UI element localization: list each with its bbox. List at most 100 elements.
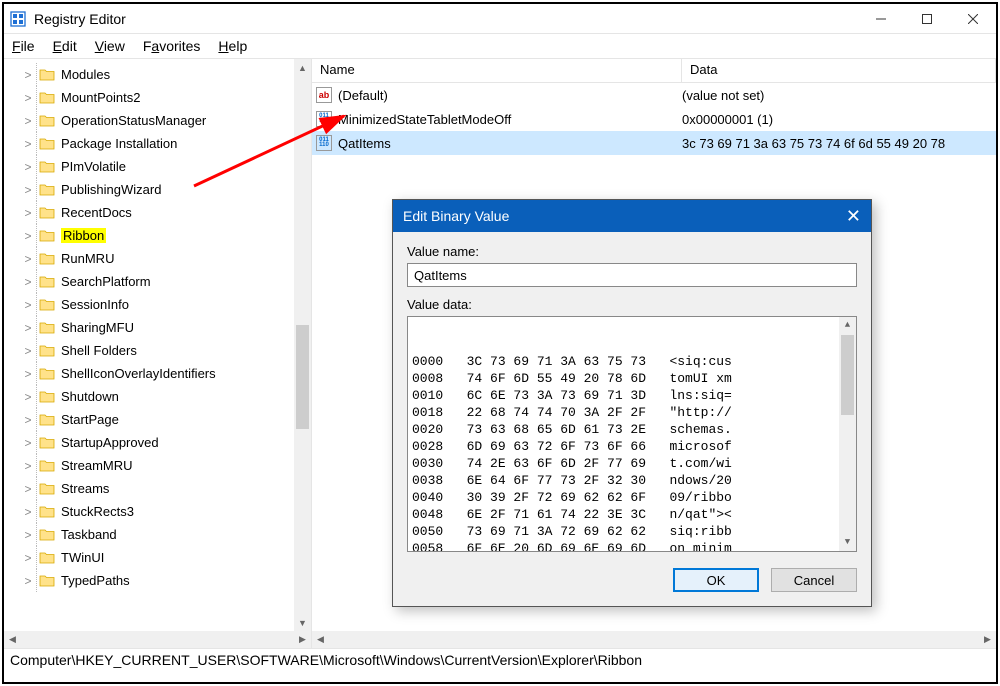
folder-icon — [39, 91, 55, 104]
tree-item-label: Package Installation — [61, 136, 177, 151]
tree-item-label: PImVolatile — [61, 159, 126, 174]
tree-item-modules[interactable]: >Modules — [8, 63, 311, 86]
expand-icon[interactable]: > — [22, 252, 34, 266]
menu-edit[interactable]: Edit — [53, 38, 77, 54]
expand-icon[interactable]: > — [22, 528, 34, 542]
expand-icon[interactable]: > — [22, 321, 34, 335]
registry-value-row[interactable]: 011110MinimizedStateTabletModeOff0x00000… — [312, 107, 996, 131]
expand-icon[interactable]: > — [22, 229, 34, 243]
list-horizontal-scrollbar[interactable]: ◀ ▶ — [312, 631, 996, 648]
tree-item-startupapproved[interactable]: > StartupApproved — [8, 431, 311, 454]
registry-editor-window: Registry Editor File Edit View Favorites… — [2, 2, 998, 684]
folder-icon — [39, 344, 55, 357]
scroll-right-arrow[interactable]: ▶ — [979, 631, 996, 648]
tree-item-label: Shutdown — [61, 389, 119, 404]
tree-item-label: StartupApproved — [61, 435, 159, 450]
tree-item-mountpoints2[interactable]: > MountPoints2 — [8, 86, 311, 109]
value-name: (Default) — [338, 88, 388, 103]
column-data-header[interactable]: Data — [682, 59, 996, 82]
cancel-button[interactable]: Cancel — [771, 568, 857, 592]
expand-icon[interactable]: > — [22, 183, 34, 197]
expand-icon[interactable]: > — [22, 137, 34, 151]
expand-icon[interactable]: > — [22, 436, 34, 450]
registry-value-row[interactable]: ab(Default)(value not set) — [312, 83, 996, 107]
tree-item-searchplatform[interactable]: >SearchPlatform — [8, 270, 311, 293]
menu-help[interactable]: Help — [218, 38, 247, 54]
regedit-icon — [10, 11, 26, 27]
scroll-thumb[interactable] — [296, 325, 309, 429]
tree-item-package-installation[interactable]: > Package Installation — [8, 132, 311, 155]
expand-icon[interactable]: > — [22, 206, 34, 220]
tree-item-recentdocs[interactable]: >RecentDocs — [8, 201, 311, 224]
menubar: File Edit View Favorites Help — [4, 34, 996, 59]
expand-icon[interactable]: > — [22, 482, 34, 496]
tree-item-twinui[interactable]: >TWinUI — [8, 546, 311, 569]
tree-item-streammru[interactable]: >StreamMRU — [8, 454, 311, 477]
registry-value-row[interactable]: 011110QatItems3c 73 69 71 3a 63 75 73 74… — [312, 131, 996, 155]
expand-icon[interactable]: > — [22, 505, 34, 519]
scroll-right-arrow[interactable]: ▶ — [294, 631, 311, 648]
value-name-input[interactable] — [407, 263, 857, 287]
ok-button[interactable]: OK — [673, 568, 759, 592]
expand-icon[interactable]: > — [22, 459, 34, 473]
tree-item-streams[interactable]: > Streams — [8, 477, 311, 500]
tree-item-taskband[interactable]: >Taskband — [8, 523, 311, 546]
expand-icon[interactable]: > — [22, 298, 34, 312]
expand-icon[interactable]: > — [22, 551, 34, 565]
expand-icon[interactable]: > — [22, 574, 34, 588]
tree-item-sharingmfu[interactable]: >SharingMFU — [8, 316, 311, 339]
list-header: Name Data — [312, 59, 996, 83]
scroll-up-arrow[interactable]: ▲ — [294, 59, 311, 76]
dialog-close-button[interactable]: ✕ — [846, 206, 861, 227]
expand-icon[interactable]: > — [22, 413, 34, 427]
tree-item-startpage[interactable]: >StartPage — [8, 408, 311, 431]
close-button[interactable] — [950, 4, 996, 34]
expand-icon[interactable]: > — [22, 275, 34, 289]
tree-item-label: TypedPaths — [61, 573, 130, 588]
expand-icon[interactable]: > — [22, 390, 34, 404]
dialog-title-text: Edit Binary Value — [403, 208, 846, 224]
tree-item-typedpaths[interactable]: > TypedPaths — [8, 569, 311, 592]
tree-item-shutdown[interactable]: > Shutdown — [8, 385, 311, 408]
expand-icon[interactable]: > — [22, 68, 34, 82]
folder-icon — [39, 137, 55, 150]
menu-favorites[interactable]: Favorites — [143, 38, 201, 54]
tree-item-shell-folders[interactable]: >Shell Folders — [8, 339, 311, 362]
scroll-down-arrow[interactable]: ▼ — [294, 614, 311, 631]
folder-icon — [39, 390, 55, 403]
maximize-button[interactable] — [904, 4, 950, 34]
tree-item-label: PublishingWizard — [61, 182, 161, 197]
tree-item-sessioninfo[interactable]: >SessionInfo — [8, 293, 311, 316]
hex-editor[interactable]: 0000 3C 73 69 71 3A 63 75 73 <siq:cus 00… — [407, 316, 857, 552]
value-name: MinimizedStateTabletModeOff — [338, 112, 511, 127]
minimize-button[interactable] — [858, 4, 904, 34]
tree-item-pimvolatile[interactable]: > PImVolatile — [8, 155, 311, 178]
folder-icon — [39, 528, 55, 541]
folder-icon — [39, 436, 55, 449]
expand-icon[interactable]: > — [22, 91, 34, 105]
tree-vertical-scrollbar[interactable]: ▲ ▼ — [294, 59, 311, 631]
expand-icon[interactable]: > — [22, 160, 34, 174]
tree-item-shelliconoverlayidentifiers[interactable]: >ShellIconOverlayIdentifiers — [8, 362, 311, 385]
folder-icon — [39, 321, 55, 334]
tree-item-publishingwizard[interactable]: > PublishingWizard — [8, 178, 311, 201]
tree-item-stuckrects3[interactable]: >StuckRects3 — [8, 500, 311, 523]
expand-icon[interactable]: > — [22, 344, 34, 358]
scroll-left-arrow[interactable]: ◀ — [4, 631, 21, 648]
expand-icon[interactable]: > — [22, 114, 34, 128]
scroll-left-arrow[interactable]: ◀ — [312, 631, 329, 648]
menu-view[interactable]: View — [95, 38, 125, 54]
tree-item-runmru[interactable]: >RunMRU — [8, 247, 311, 270]
tree-horizontal-scrollbar[interactable]: ◀ ▶ — [4, 631, 311, 648]
tree-item-label: Streams — [61, 481, 109, 496]
column-name-header[interactable]: Name — [312, 59, 682, 82]
tree-item-operationstatusmanager[interactable]: >OperationStatusManager — [8, 109, 311, 132]
tree-item-ribbon[interactable]: >Ribbon — [8, 224, 311, 247]
expand-icon[interactable]: > — [22, 367, 34, 381]
dialog-titlebar[interactable]: Edit Binary Value ✕ — [393, 200, 871, 232]
menu-file[interactable]: File — [12, 38, 35, 54]
hex-vertical-scrollbar[interactable]: ▲ ▼ — [839, 317, 856, 551]
folder-icon — [39, 252, 55, 265]
tree-item-label: MountPoints2 — [61, 90, 141, 105]
titlebar[interactable]: Registry Editor — [4, 4, 996, 34]
